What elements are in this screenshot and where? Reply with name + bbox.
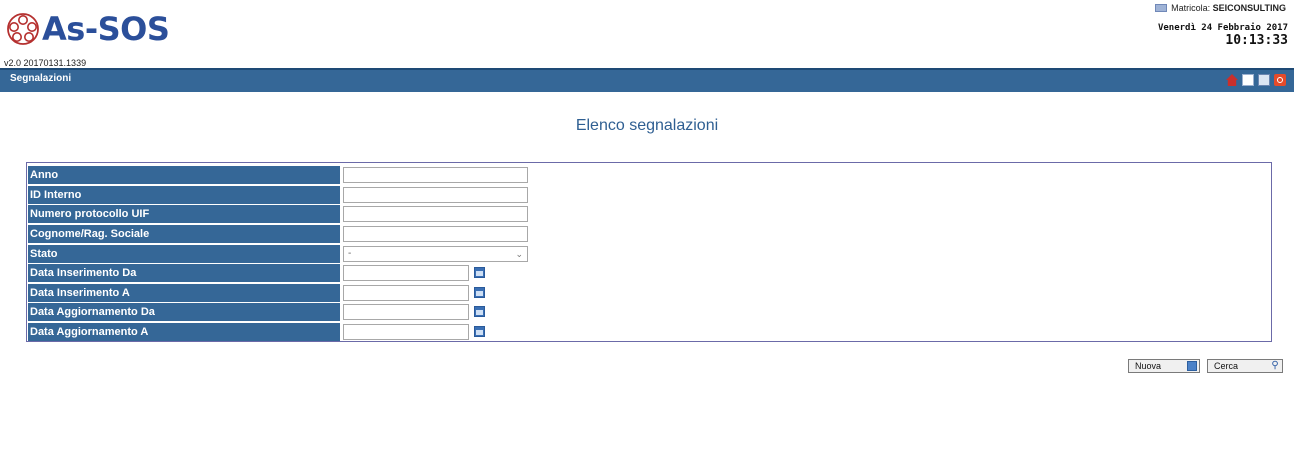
label-stato: Stato [28, 245, 340, 263]
new-document-icon [1187, 361, 1197, 371]
brand-name: As-SOS [42, 10, 170, 48]
search-button[interactable]: Cerca ⚲ [1207, 359, 1283, 373]
numero-protocollo-input[interactable] [343, 206, 528, 222]
data-aggiornamento-a-input[interactable] [343, 324, 469, 340]
binoculars-icon: ⚲ [1271, 360, 1279, 371]
user-info: Matricola: SEICONSULTING [1155, 3, 1286, 13]
chevron-down-icon: ⌄ [515, 249, 523, 259]
label-cognome: Cognome/Rag. Sociale [28, 225, 340, 243]
id-card-icon [1155, 4, 1168, 12]
stato-select[interactable]: - ⌄ [343, 246, 528, 262]
new-button[interactable]: Nuova [1128, 359, 1200, 373]
calendar-icon[interactable] [474, 326, 485, 337]
search-button-label: Cerca [1214, 361, 1239, 371]
current-date: Venerdì 24 Febbraio 2017 [1157, 23, 1288, 33]
cognome-input[interactable] [343, 226, 528, 242]
id-interno-input[interactable] [343, 187, 528, 203]
current-time: 10:13:33 [1225, 33, 1288, 48]
window-icon[interactable] [1258, 74, 1270, 86]
stato-selected-value: - [348, 248, 352, 259]
data-inserimento-a-input[interactable] [343, 285, 469, 301]
search-form: Anno ID Interno Numero protocollo UIF Co… [26, 162, 1272, 342]
label-data-inserimento-a: Data Inserimento A [28, 284, 340, 302]
power-icon[interactable] [1274, 74, 1286, 86]
app-logo: As-SOS [6, 10, 170, 48]
label-data-inserimento-da: Data Inserimento Da [28, 264, 340, 282]
logo-emblem-icon [7, 13, 39, 45]
home-icon[interactable] [1226, 74, 1238, 86]
label-anno: Anno [28, 166, 340, 184]
new-button-label: Nuova [1135, 361, 1162, 371]
section-bar: Segnalazioni [0, 68, 1294, 92]
toolbar-icons [1226, 74, 1286, 86]
panel-icon[interactable] [1242, 74, 1254, 86]
calendar-icon[interactable] [474, 287, 485, 298]
calendar-icon[interactable] [474, 267, 485, 278]
label-data-aggiornamento-da: Data Aggiornamento Da [28, 303, 340, 321]
version-label: v2.0 20170131.1339 [4, 58, 87, 68]
calendar-icon[interactable] [474, 306, 485, 317]
user-id: SEICONSULTING [1212, 3, 1286, 13]
anno-input[interactable] [343, 167, 528, 183]
label-numero-protocollo: Numero protocollo UIF [28, 205, 340, 223]
header: As-SOS v2.0 20170131.1339 Matricola: SEI… [0, 0, 1294, 70]
user-label: Matricola: [1171, 3, 1211, 13]
page-title: Elenco segnalazioni [575, 117, 719, 134]
data-inserimento-da-input[interactable] [343, 265, 469, 281]
label-id-interno: ID Interno [28, 186, 340, 204]
section-title: Segnalazioni [10, 73, 72, 84]
data-aggiornamento-da-input[interactable] [343, 304, 469, 320]
label-data-aggiornamento-a: Data Aggiornamento A [28, 323, 340, 341]
